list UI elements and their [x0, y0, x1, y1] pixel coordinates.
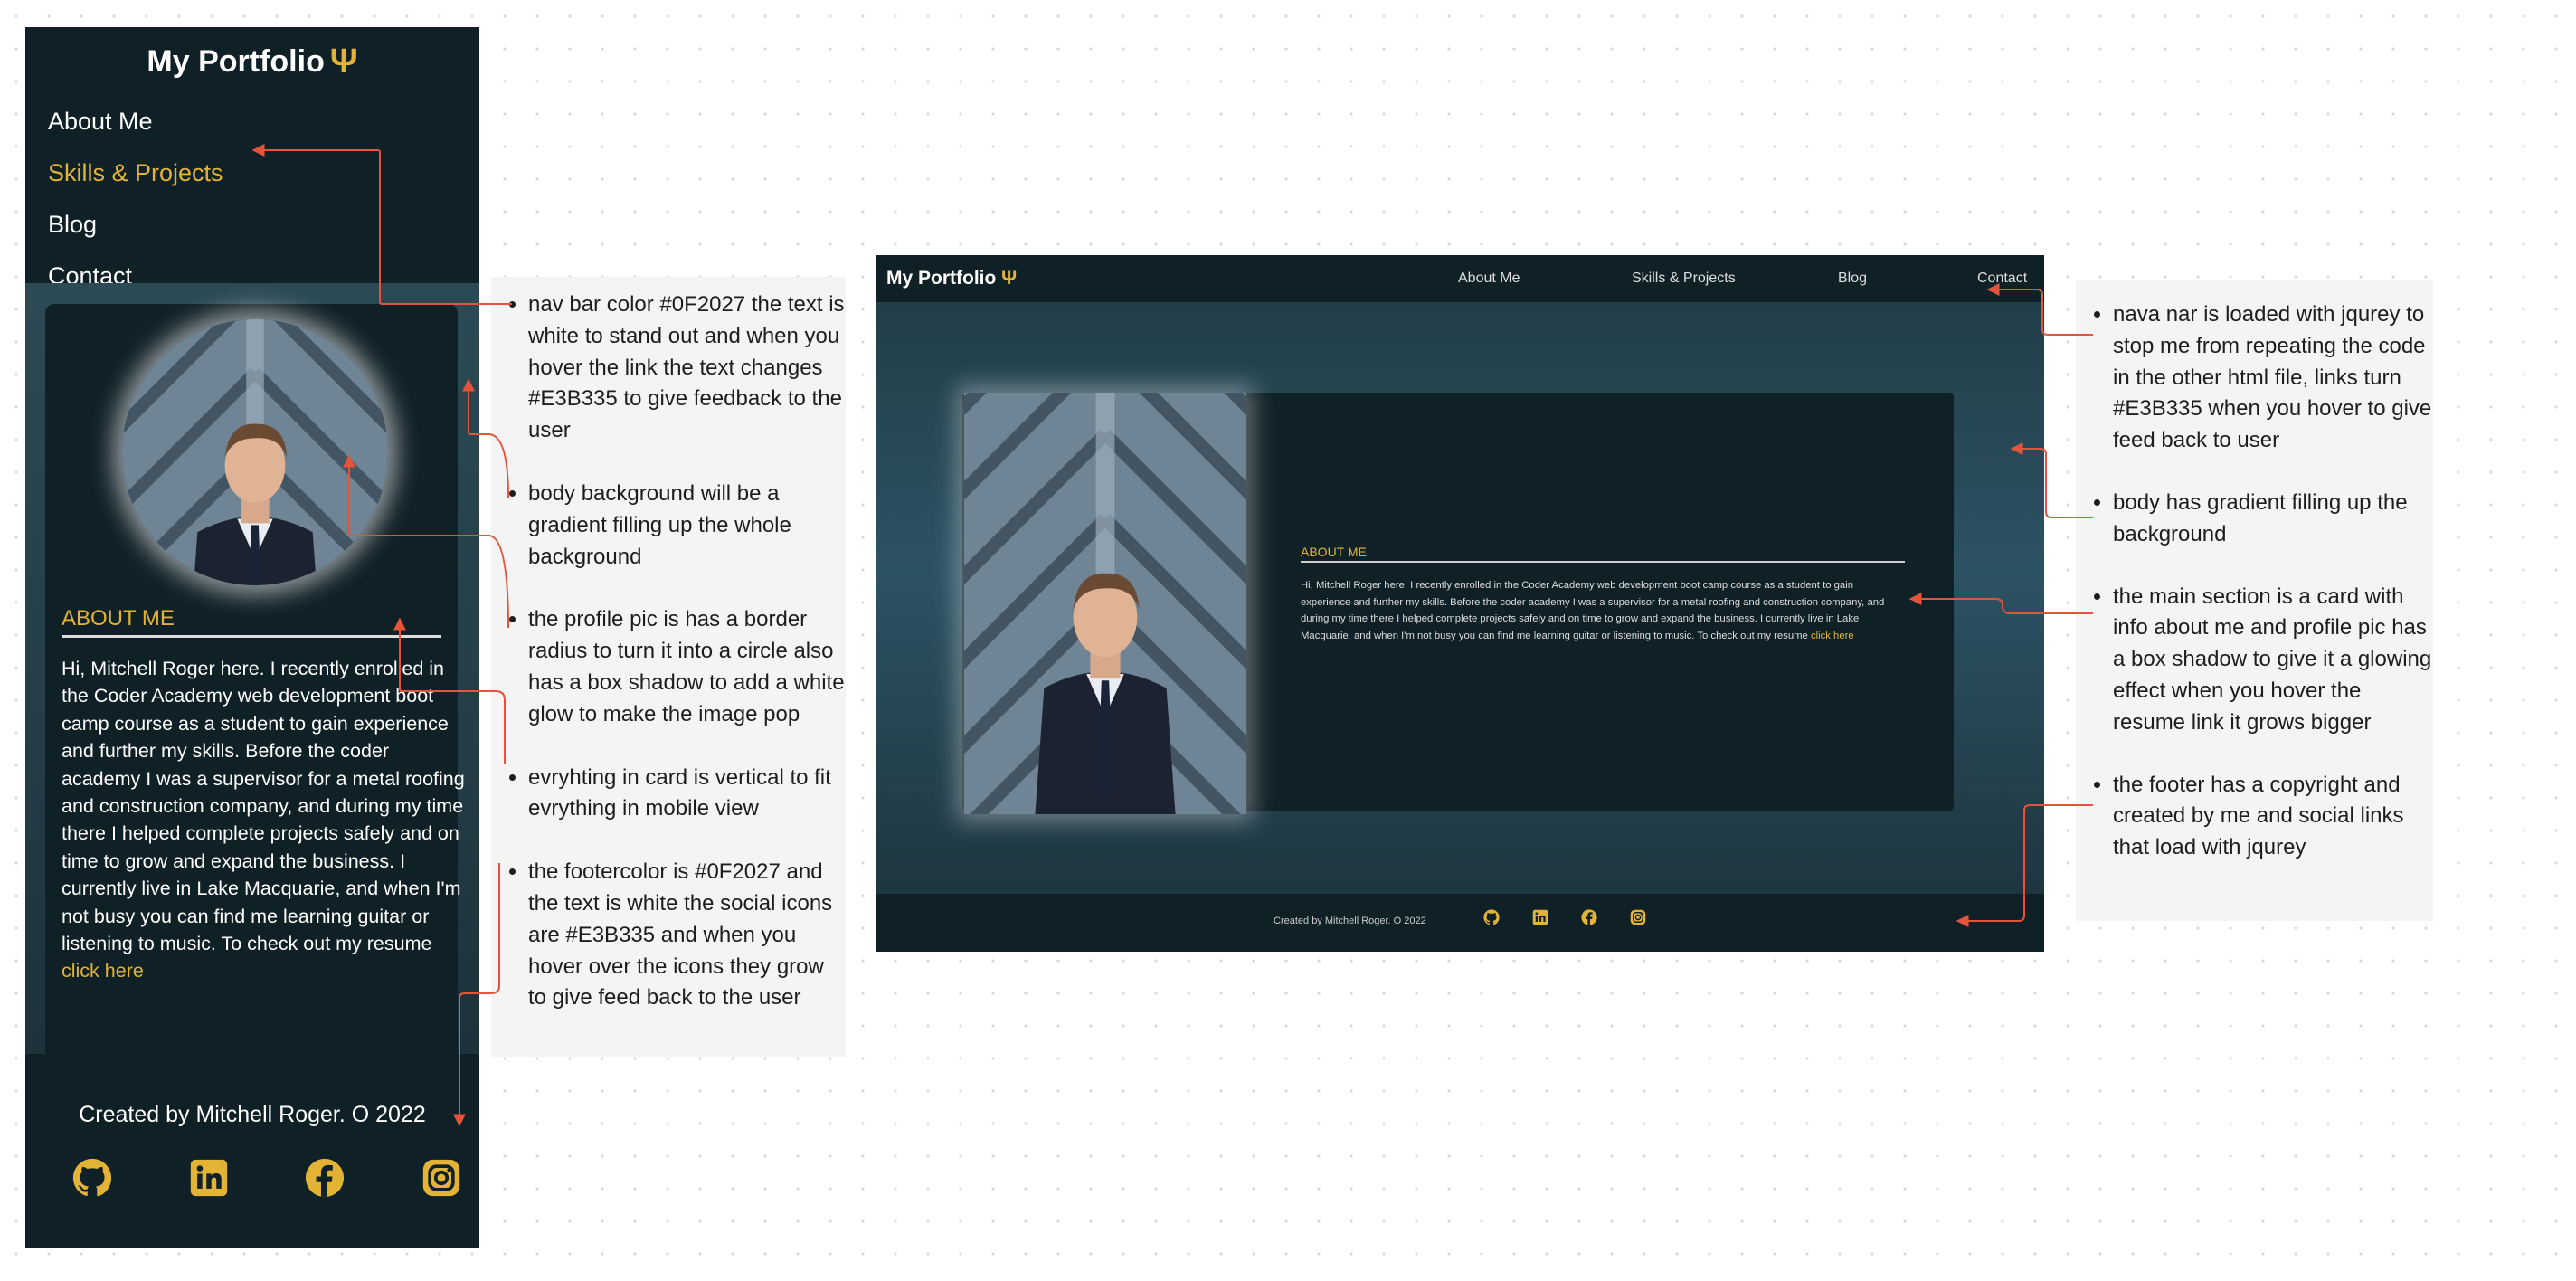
note-desktop-body: body has gradient filling up the backgro…	[2113, 488, 2433, 551]
instagram-icon[interactable]	[421, 1158, 461, 1198]
desktop-about-heading: ABOUT ME	[1301, 545, 1905, 563]
desktop-social-links	[1483, 909, 1646, 925]
desktop-logo[interactable]: My Portfolio Ψ	[886, 268, 1017, 289]
linkedin-icon[interactable]	[1532, 909, 1548, 925]
mobile-content: ABOUT ME Hi, Mitchell Roger here. I rece…	[25, 27, 479, 1248]
desktop-footer-credit: Created by Mitchell Roger. O 2022	[1274, 916, 1426, 926]
mobile-resume-link[interactable]: click here	[62, 960, 144, 982]
mobile-footer	[25, 1054, 479, 1248]
note-desktop-card: the main section is a card with info abo…	[2113, 582, 2433, 739]
desktop-about-paragraph: Hi, Mitchell Roger here. I recently enro…	[1301, 580, 1885, 641]
mobile-footer-credit: Created by Mitchell Roger. O 2022	[79, 1102, 426, 1127]
note-mobile-profile-pic: the profile pic is has a border radius t…	[528, 604, 846, 730]
mobile-about-heading: ABOUT ME	[62, 606, 441, 638]
desktop-about-text: Hi, Mitchell Roger here. I recently enro…	[1301, 577, 1894, 644]
desktop-logo-text: My Portfolio	[886, 268, 997, 289]
desktop-nav-contact[interactable]: Contact	[1977, 270, 2027, 287]
github-icon[interactable]	[72, 1158, 112, 1198]
note-mobile-body: body background will be a gradient filli…	[528, 479, 846, 573]
desktop-nav-skills[interactable]: Skills & Projects	[1632, 270, 1736, 287]
instagram-icon[interactable]	[1630, 909, 1646, 925]
mobile-about-text: Hi, Mitchell Roger here. I recently enro…	[62, 655, 469, 985]
trident-icon: Ψ	[1001, 268, 1018, 289]
desktop-footer	[876, 894, 2044, 952]
desktop-nav-about[interactable]: About Me	[1458, 270, 1520, 287]
desktop-resume-link[interactable]: click here	[1811, 631, 1854, 641]
desktop-profile-pic	[964, 393, 1246, 814]
note-mobile-navbar: nav bar color #0F2027 the text is white …	[528, 289, 846, 447]
note-desktop-navbar: nava nar is loaded with jqurey to stop m…	[2113, 299, 2433, 457]
mobile-about-paragraph: Hi, Mitchell Roger here. I recently enro…	[62, 658, 465, 955]
github-icon[interactable]	[1483, 909, 1500, 925]
desktop-mockup: My Portfolio Ψ About Me Skills & Project…	[876, 255, 2044, 952]
linkedin-icon[interactable]	[189, 1158, 229, 1198]
note-desktop-footer: the footer has a copyright and created b…	[2113, 770, 2433, 864]
note-mobile-footer: the footercolor is #0F2027 and the text …	[528, 857, 846, 1014]
mobile-annotation-note: nav bar color #0F2027 the text is white …	[491, 277, 846, 1057]
desktop-annotation-note: nava nar is loaded with jqurey to stop m…	[2076, 280, 2433, 921]
note-mobile-card: evryhting in card is vertical to fit evr…	[528, 763, 846, 826]
desktop-nav-blog[interactable]: Blog	[1838, 270, 1867, 287]
mobile-social-links	[72, 1158, 461, 1198]
facebook-icon[interactable]	[305, 1158, 345, 1198]
mobile-profile-pic	[122, 319, 388, 585]
facebook-icon[interactable]	[1581, 909, 1597, 925]
